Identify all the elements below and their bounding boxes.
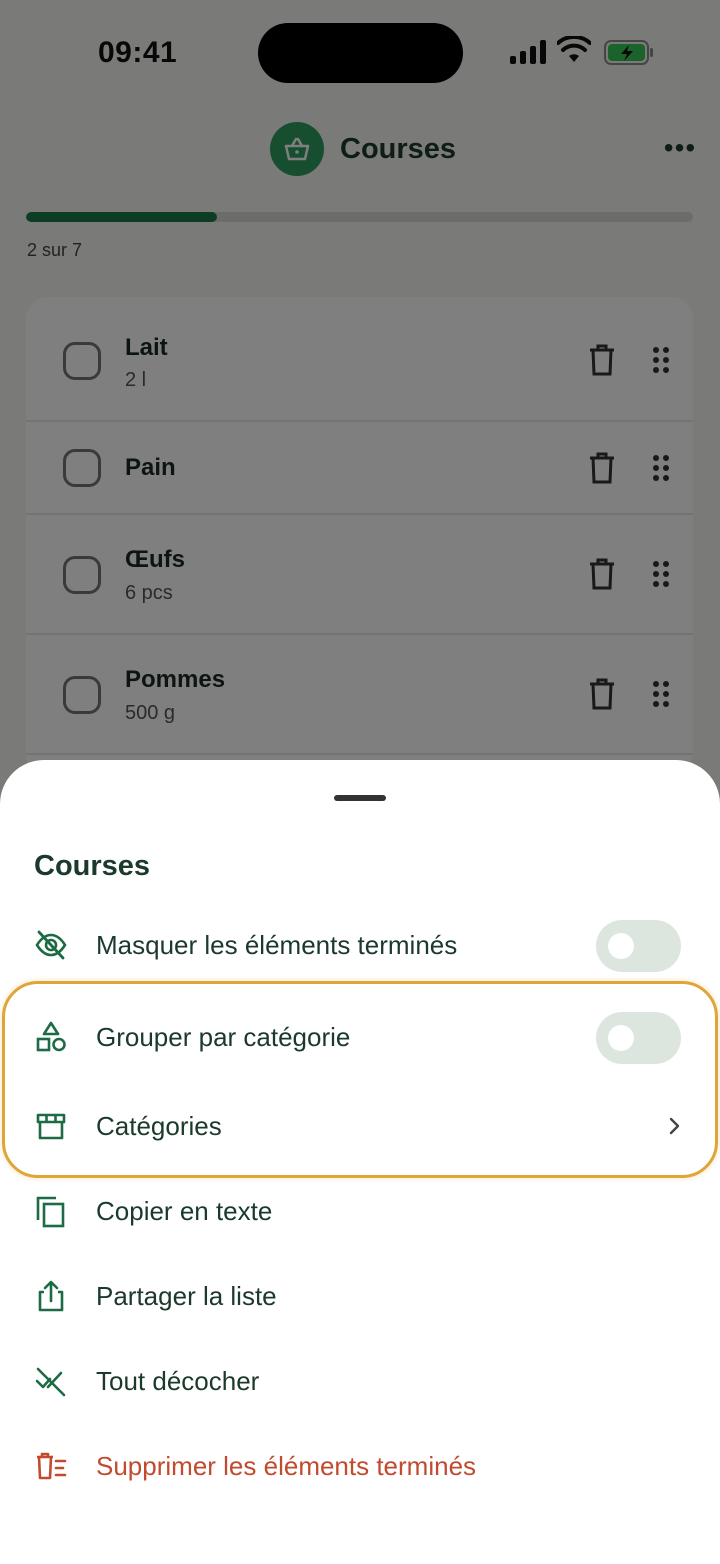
group-by-category-row[interactable]: Grouper par catégorie [0, 1002, 720, 1072]
shapes-icon [36, 1021, 66, 1052]
hide-completed-toggle[interactable] [596, 920, 681, 972]
share-list-label: Partager la liste [96, 1281, 277, 1311]
storefront-icon [36, 1113, 66, 1140]
group-by-category-label: Grouper par catégorie [96, 1022, 351, 1052]
copy-icon [36, 1196, 65, 1228]
sheet-title: Courses [34, 850, 151, 882]
delete-list-icon [37, 1452, 67, 1480]
share-icon [38, 1280, 64, 1312]
toggle-knob [608, 1025, 634, 1051]
uncheck-all-row[interactable]: Tout décocher [0, 1346, 720, 1416]
uncheck-all-label: Tout décocher [96, 1366, 260, 1396]
hide-completed-row[interactable]: Masquer les éléments terminés [0, 910, 720, 980]
share-list-row[interactable]: Partager la liste [0, 1261, 720, 1331]
uncheck-all-icon [35, 1367, 66, 1397]
delete-completed-label: Supprimer les éléments terminés [96, 1451, 477, 1481]
chevron-right-icon [669, 1117, 680, 1135]
copy-as-text-row[interactable]: Copier en texte [0, 1176, 720, 1246]
toggle-knob [608, 933, 634, 959]
copy-as-text-label: Copier en texte [96, 1196, 273, 1226]
categories-label: Catégories [96, 1111, 222, 1141]
group-by-category-toggle[interactable] [596, 1012, 681, 1064]
options-bottom-sheet: Courses Masquer les éléments terminés Gr… [0, 760, 720, 1564]
hide-completed-label: Masquer les éléments terminés [96, 930, 458, 960]
delete-completed-row[interactable]: Supprimer les éléments terminés [0, 1431, 720, 1501]
sheet-grabber[interactable] [334, 795, 386, 801]
eye-off-icon [35, 930, 67, 960]
categories-row[interactable]: Catégories [0, 1091, 720, 1161]
